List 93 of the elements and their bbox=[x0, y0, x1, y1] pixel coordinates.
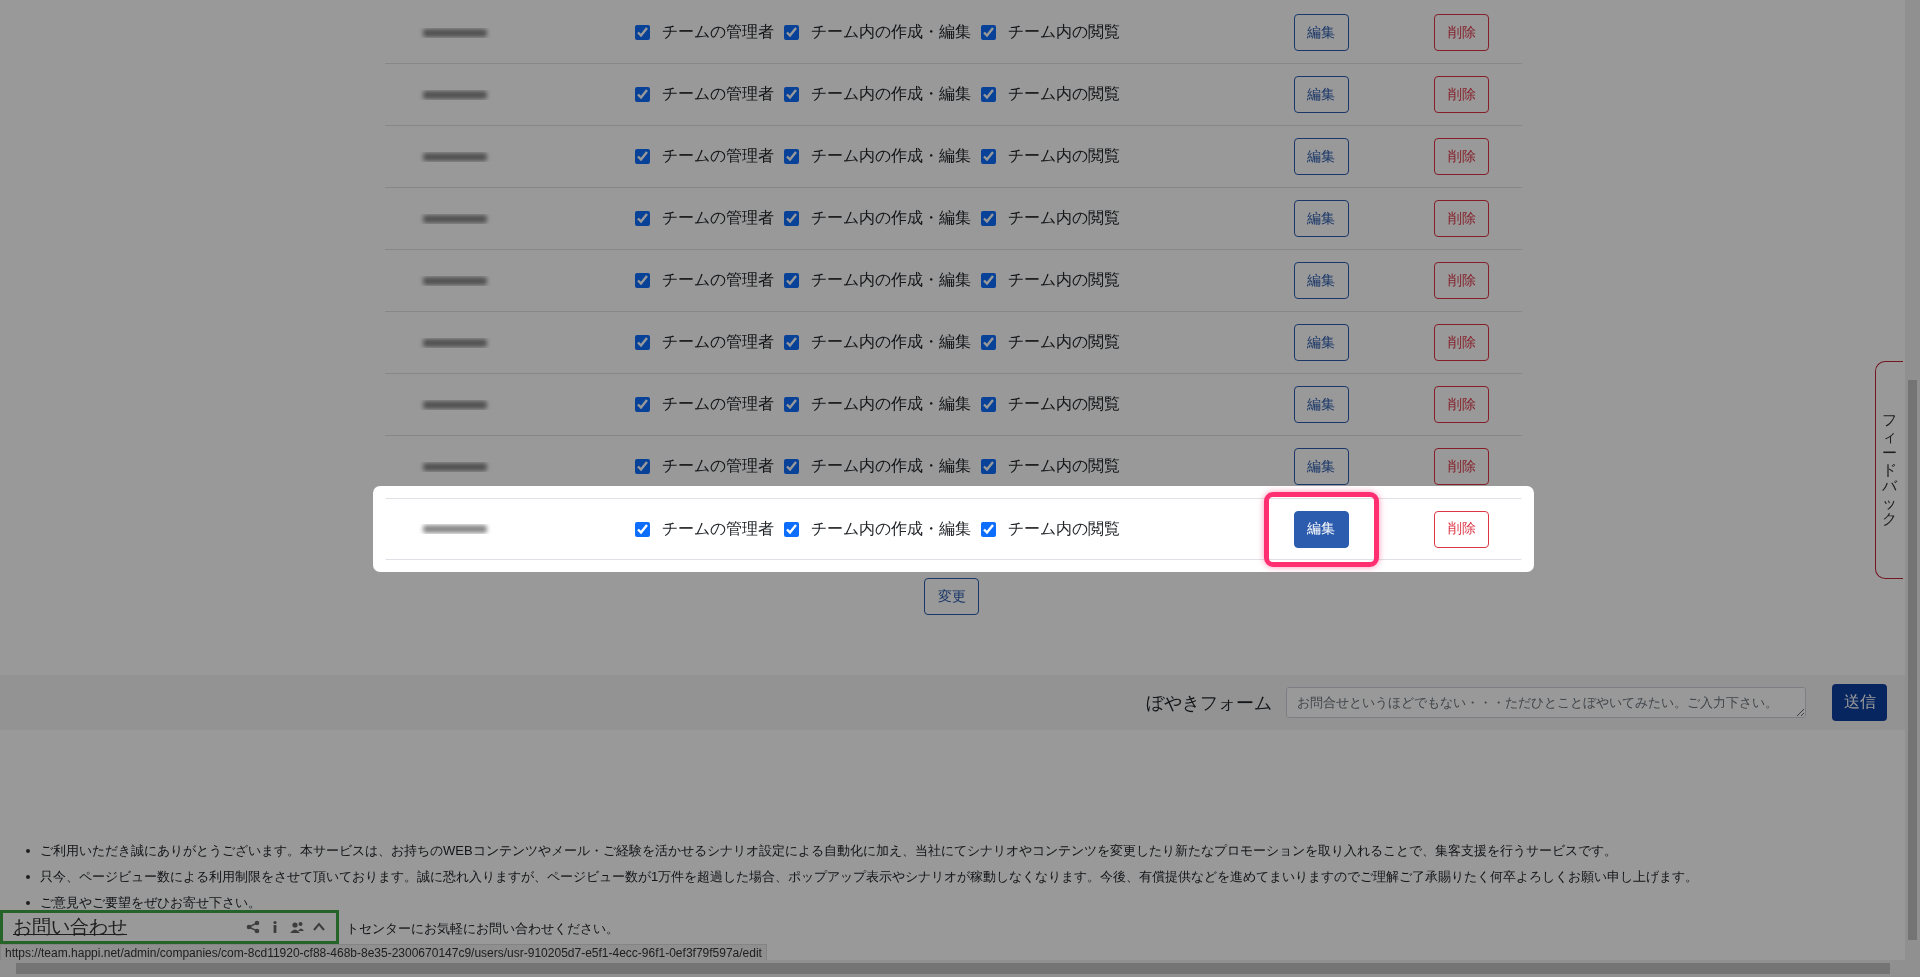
checkbox-label: チームの管理者 bbox=[662, 22, 774, 42]
input-field[interactable]: お問合せというほどでもない・・・ただひとことぼやいてみたい。ご入力下さい。 bbox=[1286, 687, 1806, 718]
delete-button[interactable]: 削除 bbox=[1434, 14, 1489, 51]
users-icon[interactable] bbox=[290, 920, 304, 934]
checkbox[interactable] bbox=[635, 521, 650, 537]
edit-button[interactable]: 編集 bbox=[1293, 14, 1349, 51]
checkbox-label: チーム内の作成・編集 bbox=[811, 332, 971, 352]
checkbox[interactable] bbox=[784, 211, 799, 226]
form-label: ぼやきフォーム bbox=[1146, 691, 1272, 715]
bullet-icon bbox=[26, 875, 30, 879]
checkbox-label: チーム内の作成・編集 bbox=[811, 146, 971, 166]
checkbox[interactable] bbox=[981, 149, 996, 164]
checkbox-label: チームの管理者 bbox=[662, 394, 774, 414]
checkbox-label: チームの管理者 bbox=[662, 208, 774, 228]
checkbox-label: チーム内の作成・編集 bbox=[811, 394, 971, 414]
horizontal-scrollbar[interactable] bbox=[0, 960, 1920, 977]
checkbox-label: チーム内の閲覧 bbox=[1008, 270, 1120, 290]
tab-label: フィードバック bbox=[1882, 412, 1897, 528]
share-icon[interactable] bbox=[246, 920, 260, 934]
checkbox-label: チーム内の作成・編集 bbox=[811, 208, 971, 228]
checkbox[interactable] bbox=[784, 87, 799, 102]
checkbox[interactable] bbox=[635, 149, 650, 164]
edit-button[interactable]: 編集 bbox=[1293, 510, 1349, 548]
edit-button[interactable]: 編集 bbox=[1293, 324, 1349, 361]
scrollbar-thumb[interactable] bbox=[16, 963, 1890, 974]
checkbox-label: チーム内の閲覧 bbox=[1008, 394, 1120, 414]
checkbox[interactable] bbox=[981, 335, 996, 350]
checkbox-label: チームの管理者 bbox=[662, 270, 774, 290]
checkbox[interactable] bbox=[784, 273, 799, 288]
checkbox-label: チームの管理者 bbox=[662, 332, 774, 352]
checkbox[interactable] bbox=[635, 25, 650, 40]
change-button[interactable]: 変更 bbox=[924, 578, 979, 615]
checkbox[interactable] bbox=[981, 397, 996, 412]
delete-button[interactable]: 削除 bbox=[1434, 510, 1489, 548]
checkbox-label: チーム内の閲覧 bbox=[1008, 208, 1120, 228]
checkbox-label: チーム内の作成・編集 bbox=[811, 456, 971, 476]
checkbox[interactable] bbox=[981, 521, 996, 537]
checkbox[interactable] bbox=[635, 459, 650, 474]
checkbox[interactable] bbox=[784, 521, 799, 537]
widget-title[interactable]: お問い合わせ bbox=[13, 914, 127, 940]
delete-button[interactable]: 削除 bbox=[1434, 200, 1489, 237]
checkbox-label: チームの管理者 bbox=[662, 518, 774, 539]
scrollbar-thumb[interactable] bbox=[1908, 380, 1917, 940]
checkbox[interactable] bbox=[635, 211, 650, 226]
checkbox[interactable] bbox=[784, 459, 799, 474]
checkbox-label: チーム内の閲覧 bbox=[1008, 84, 1120, 104]
vertical-scrollbar[interactable] bbox=[1905, 0, 1920, 960]
checkbox-label: チームの管理者 bbox=[662, 456, 774, 476]
checkbox-label: チーム内の作成・編集 bbox=[811, 22, 971, 42]
checkbox-label: チーム内の閲覧 bbox=[1008, 456, 1120, 476]
checkbox-label: チーム内の閲覧 bbox=[1008, 332, 1120, 352]
edit-button[interactable]: 編集 bbox=[1293, 262, 1349, 299]
checkbox-label: チームの管理者 bbox=[662, 84, 774, 104]
delete-button[interactable]: 削除 bbox=[1434, 76, 1489, 113]
checkbox-label: チーム内の閲覧 bbox=[1008, 518, 1120, 539]
delete-button[interactable]: 削除 bbox=[1434, 324, 1489, 361]
bullet-icon bbox=[26, 849, 30, 853]
feedback-tab[interactable]: フィードバック bbox=[1875, 361, 1903, 579]
checkbox-label: チーム内の作成・編集 bbox=[811, 270, 971, 290]
checkbox-label: チーム内の作成・編集 bbox=[811, 84, 971, 104]
checkbox[interactable] bbox=[784, 149, 799, 164]
checkbox[interactable] bbox=[981, 25, 996, 40]
checkbox[interactable] bbox=[635, 397, 650, 412]
send-button[interactable]: 送信 bbox=[1832, 684, 1887, 721]
checkbox[interactable] bbox=[635, 273, 650, 288]
checkbox[interactable] bbox=[784, 25, 799, 40]
checkbox[interactable] bbox=[981, 211, 996, 226]
edit-button[interactable]: 編集 bbox=[1293, 448, 1349, 485]
delete-button[interactable]: 削除 bbox=[1434, 262, 1489, 299]
checkbox[interactable] bbox=[981, 87, 996, 102]
checkbox[interactable] bbox=[635, 335, 650, 350]
delete-button[interactable]: 削除 bbox=[1434, 448, 1489, 485]
delete-button[interactable]: 削除 bbox=[1434, 386, 1489, 423]
status-url: https://team.happi.net/admin/companies/com-8cd11920-cf88-468b-8e35-2300670147c9/users/usr-910205d7-e5f1-4ecc-96f1-0ef3f79f597a/edit bbox=[0, 944, 767, 960]
edit-button[interactable]: 編集 bbox=[1293, 386, 1349, 423]
edit-button[interactable]: 編集 bbox=[1293, 76, 1349, 113]
edit-button[interactable]: 編集 bbox=[1293, 200, 1349, 237]
checkbox[interactable] bbox=[635, 87, 650, 102]
notice-text: トセンターにお気軽にお問い合わせください。 bbox=[346, 920, 619, 938]
checkbox[interactable] bbox=[784, 397, 799, 412]
checkbox-label: チーム内の閲覧 bbox=[1008, 146, 1120, 166]
checkbox[interactable] bbox=[981, 459, 996, 474]
notice-text: 只今、ページビュー数による利用制限をさせて頂いております。誠に恐れ入りますが、ページビュー数が1万件を超過した場合、ポップアップ表示やシナリオが稼動しなくなります。今後、有償提供などを進めてまいりますのでご理解ご了承賜りたく何卒よろしくお願い申し上げます。 bbox=[40, 868, 1699, 886]
checkbox-label: チーム内の閲覧 bbox=[1008, 22, 1120, 42]
checkbox[interactable] bbox=[981, 273, 996, 288]
checkbox[interactable] bbox=[784, 335, 799, 350]
bullet-icon bbox=[26, 901, 30, 905]
checkbox-label: チーム内の作成・編集 bbox=[811, 518, 971, 539]
notice-text: ご利用いただき誠にありがとうございます。本サービスは、お持ちのWEBコンテンツやメール・ご経験を活かせるシナリオ設定による自動化に加え、当社にてシナリオやコンテンツを変更したり新たなプロモーションを取り入れることで、集客支援を行うサービスです。 bbox=[40, 842, 1617, 860]
delete-button[interactable]: 削除 bbox=[1434, 138, 1489, 175]
checkbox-label: チームの管理者 bbox=[662, 146, 774, 166]
edit-button[interactable]: 編集 bbox=[1293, 138, 1349, 175]
notice-text: ご意見やご要望をぜひお寄せ下さい。 bbox=[40, 894, 261, 912]
